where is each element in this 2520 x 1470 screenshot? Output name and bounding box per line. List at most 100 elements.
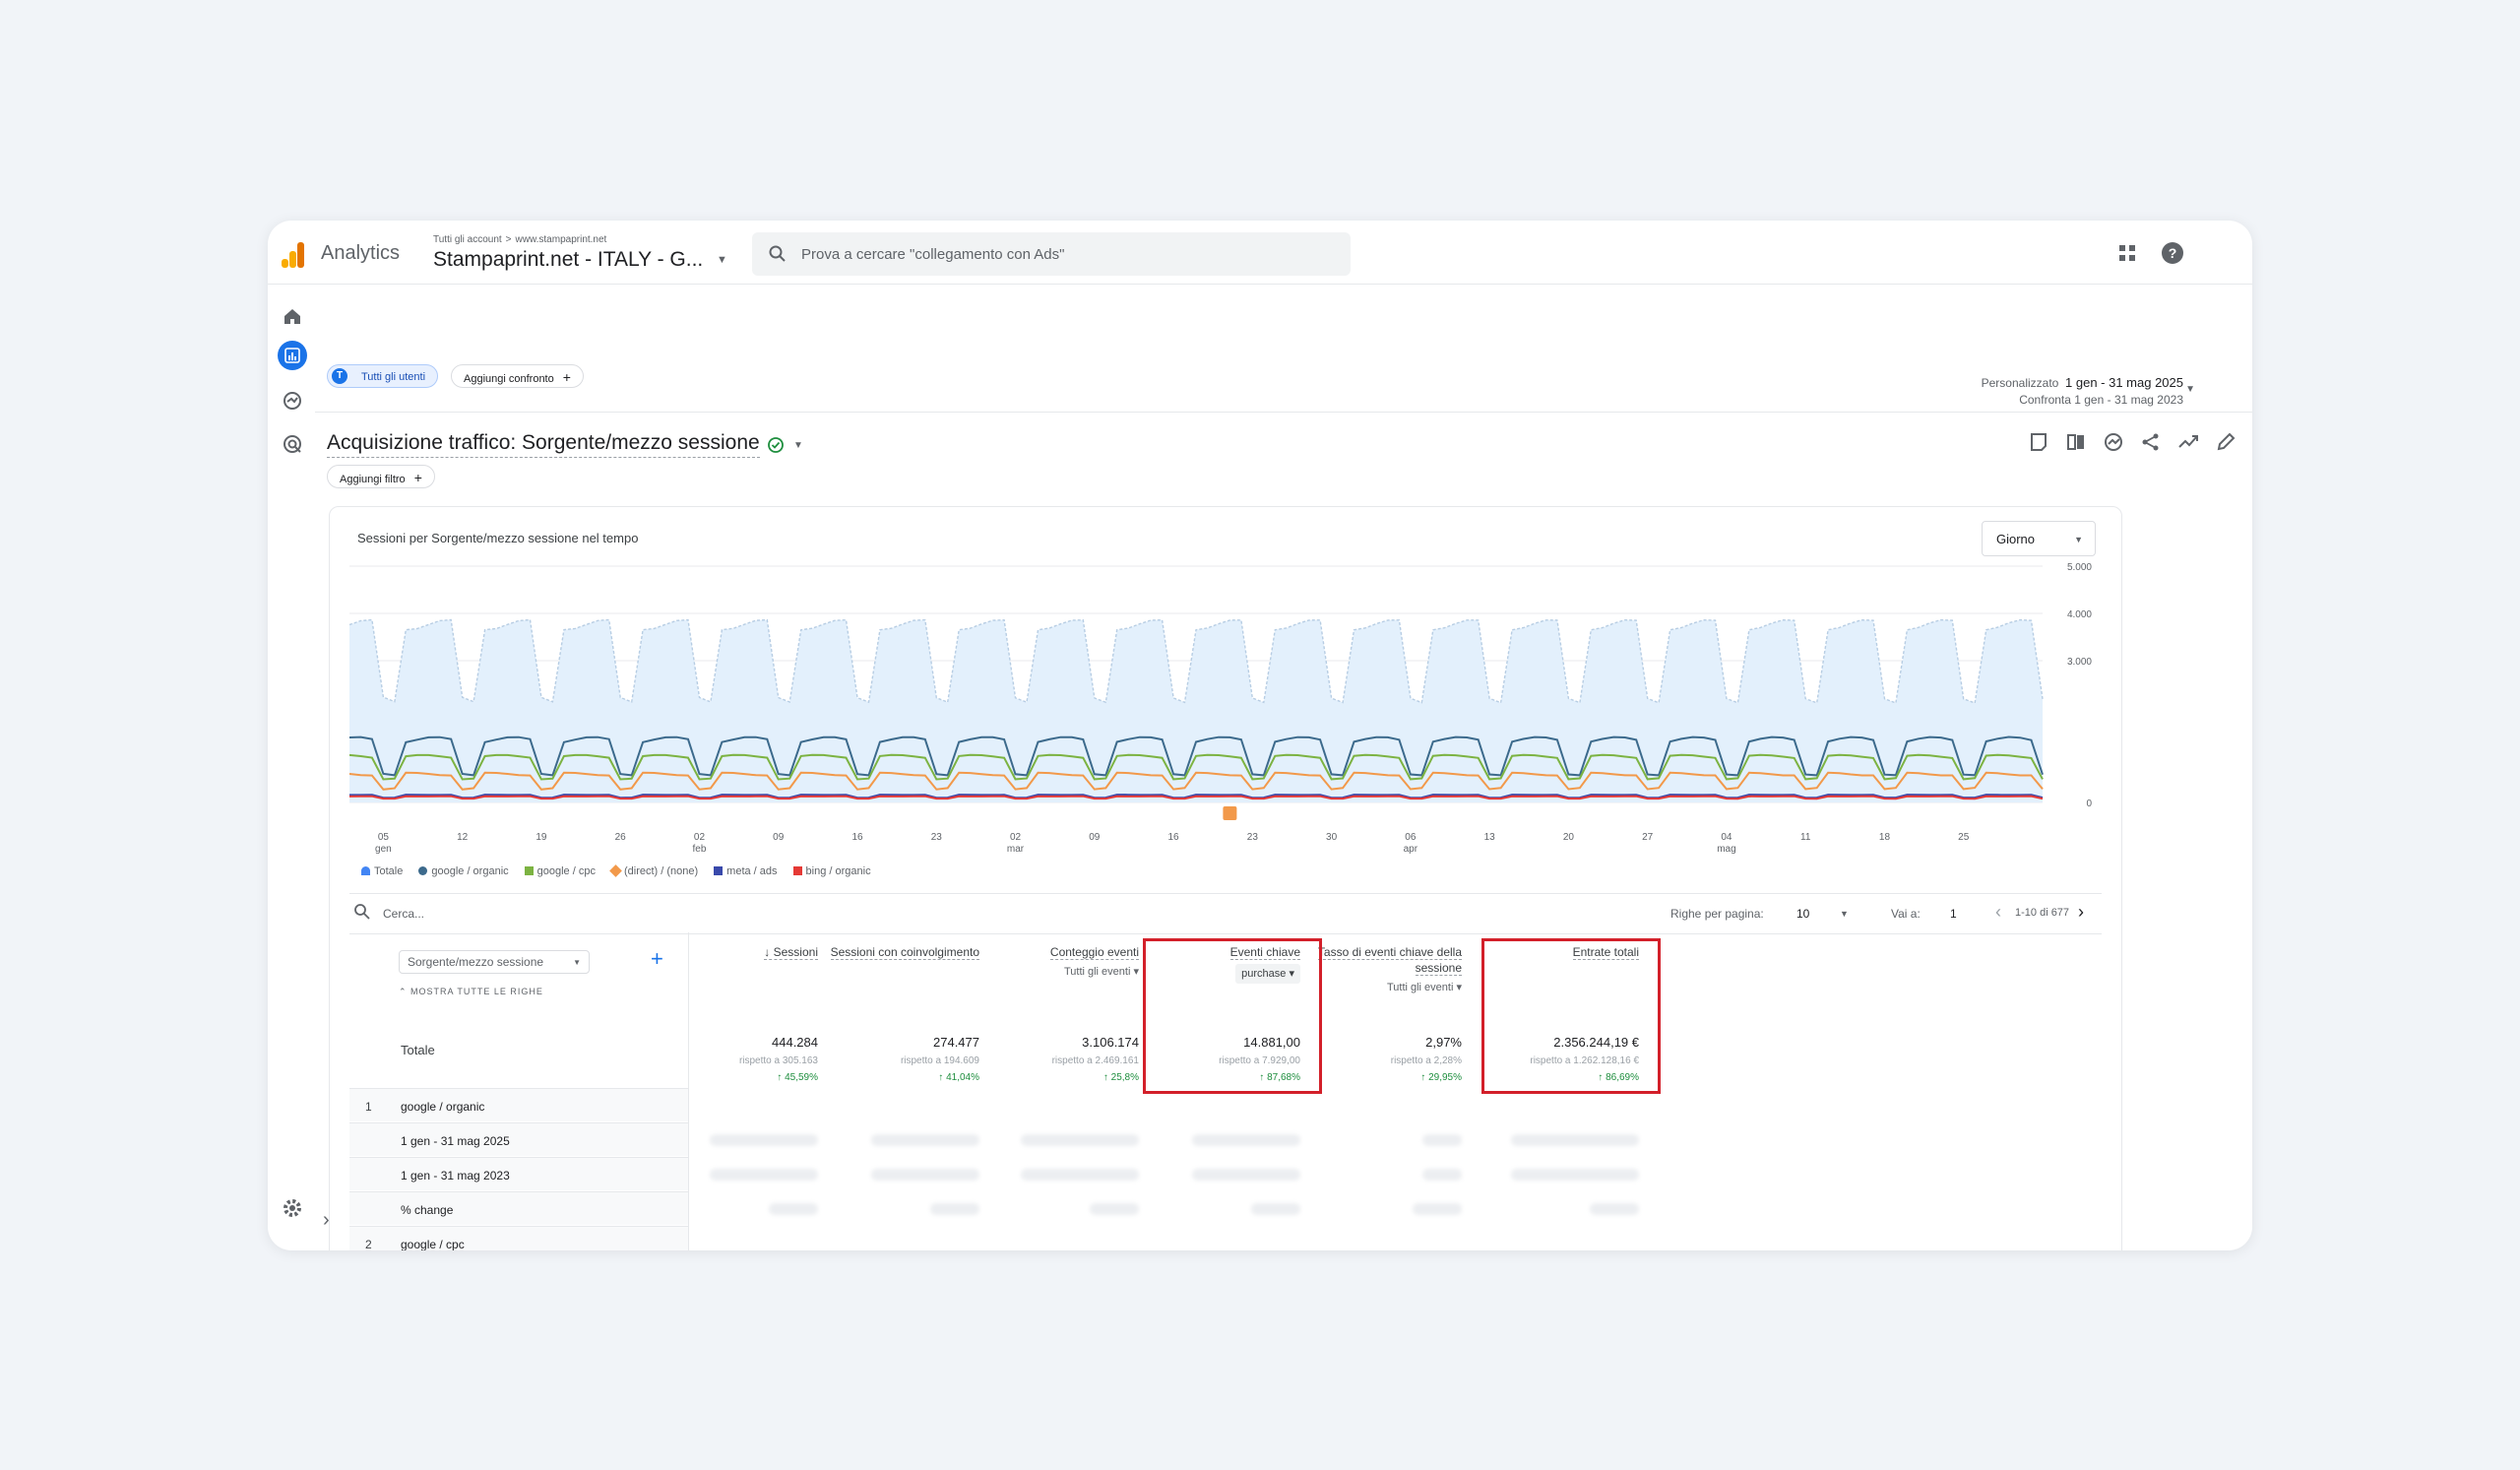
sessions-line-chart[interactable]: 5.0004.0003.000005gen12 19 26 02feb09 16 23 02… — [349, 556, 2102, 863]
x-tick-label: 23 — [931, 832, 943, 843]
page-title: Acquisizione traffico: Sorgente/mezzo se… — [327, 431, 760, 458]
metric-column-header[interactable]: ↓ Sessioni — [661, 944, 818, 960]
date-range-picker[interactable]: Personalizzato 1 gen - 31 mag 2025 Confr… — [1982, 374, 2183, 409]
rows-per-page-label: Righe per pagina: — [1670, 907, 1764, 921]
legend-label: meta / ads — [726, 865, 778, 877]
metric-compare-value: rispetto a 2.469.161 — [1051, 1055, 1139, 1066]
legend-item[interactable]: google / organic — [418, 865, 509, 877]
table-row[interactable]: 1 gen - 31 mag 2025 — [349, 1122, 688, 1156]
breadcrumb-property[interactable]: www.stampaprint.net — [516, 234, 607, 245]
expand-nav-chevron-icon[interactable]: › — [323, 1209, 330, 1232]
metric-compare-value: rispetto a 2,28% — [1390, 1055, 1462, 1066]
breadcrumb[interactable]: Tutti gli account > www.stampaprint.net — [433, 234, 606, 245]
legend-item[interactable]: meta / ads — [714, 865, 778, 877]
search-icon — [354, 904, 370, 920]
metric-title: Sessioni con coinvolgimento — [830, 945, 979, 960]
report-card: Sessioni per Sorgente/mezzo sessione nel… — [329, 506, 2122, 1250]
goto-label: Vai a: — [1891, 907, 1921, 921]
legend-item[interactable]: bing / organic — [792, 865, 871, 877]
event-filter-select[interactable]: Tutti gli eventi ▾ — [1304, 980, 1462, 995]
chevron-left-icon[interactable]: ‹ — [1995, 902, 2001, 923]
table-row[interactable]: 1 gen - 31 mag 2023 — [349, 1157, 688, 1190]
segment-chip[interactable]: T Tutti gli utenti — [327, 364, 439, 388]
blurred-value — [930, 1203, 979, 1215]
metric-total: 2,97% rispetto a 2,28% ↑ 29,95% — [1304, 1035, 1462, 1083]
metric-total-value: 274.477 — [933, 1035, 979, 1050]
reports-nav-active[interactable] — [278, 341, 307, 370]
metric-column-header[interactable]: Conteggio eventi Tutti gli eventi ▾ — [981, 944, 1139, 980]
breadcrumb-account[interactable]: Tutti gli account — [433, 234, 502, 245]
title-caret-down-icon[interactable]: ▼ — [793, 440, 803, 451]
x-tick-label: 02 — [694, 832, 706, 843]
chevron-right-icon[interactable]: › — [2078, 902, 2084, 923]
row-label: google / cpc — [401, 1238, 465, 1250]
date-caret-down-icon[interactable]: ▼ — [2185, 384, 2195, 395]
blurred-value — [1413, 1203, 1462, 1215]
dimension-label: Sorgente/mezzo sessione — [408, 955, 544, 969]
blurred-value — [1590, 1203, 1639, 1215]
metric-column-header[interactable]: Sessioni con coinvolgimento — [822, 944, 979, 960]
annotation-marker-icon[interactable] — [1223, 806, 1237, 820]
check-circle-icon[interactable] — [766, 435, 786, 455]
explore-icon[interactable] — [282, 390, 303, 412]
settings-gear-icon[interactable] — [282, 1197, 303, 1219]
trend-icon[interactable] — [2177, 431, 2199, 453]
table-row[interactable]: % change — [349, 1191, 688, 1225]
blurred-value — [1511, 1134, 1639, 1146]
insights-icon[interactable] — [2103, 431, 2124, 453]
analytics-logo[interactable] — [280, 242, 305, 268]
dimension-select[interactable]: Sorgente/mezzo sessione ▼ — [399, 950, 590, 974]
metric-total: 274.477 rispetto a 194.609 ↑ 41,04% — [822, 1035, 979, 1083]
legend-item[interactable]: Totale — [361, 865, 403, 877]
blurred-value — [1422, 1169, 1462, 1181]
event-filter-select[interactable]: Tutti gli eventi ▾ — [981, 964, 1139, 980]
blurred-value — [871, 1169, 979, 1181]
add-filter-button[interactable]: Aggiungi filtro + — [327, 465, 435, 488]
comment-icon[interactable] — [2028, 431, 2049, 453]
left-nav — [268, 284, 315, 1250]
x-tick-label: 16 — [1168, 832, 1180, 843]
table-row[interactable]: 1 google / organic — [349, 1088, 688, 1121]
apps-grid-icon[interactable] — [2118, 244, 2136, 262]
search-bar[interactable]: Prova a cercare "collegamento con Ads" — [752, 232, 1351, 276]
legend-item[interactable]: google / cpc — [524, 865, 596, 877]
home-icon[interactable] — [282, 305, 303, 327]
row-label: google / organic — [401, 1100, 485, 1114]
caret-down-icon[interactable]: ▼ — [717, 254, 727, 266]
date-range-value: 1 gen - 31 mag 2025 — [2065, 375, 2183, 390]
blurred-value — [1192, 1134, 1300, 1146]
blurred-value — [871, 1134, 979, 1146]
metric-total-value: 444.284 — [772, 1035, 818, 1050]
metric-title: Conteggio eventi — [1049, 945, 1139, 960]
edit-pencil-icon[interactable] — [2215, 431, 2236, 453]
show-all-rows-label: MOSTRA TUTTE LE RIGHE — [410, 987, 543, 996]
goto-page-input[interactable]: 1 — [1950, 907, 1957, 921]
legend-item[interactable]: (direct) / (none) — [609, 864, 699, 877]
metric-change-value: ↑ 41,04% — [938, 1072, 979, 1083]
x-tick-month: feb — [693, 844, 707, 855]
x-tick-label: 09 — [1089, 832, 1101, 843]
show-all-rows-button[interactable]: ⌃ MOSTRA TUTTE LE RIGHE — [399, 987, 543, 997]
compare-columns-icon[interactable] — [2065, 431, 2087, 453]
table-search-input[interactable]: Cerca... — [383, 907, 424, 921]
granularity-select[interactable]: Giorno ▼ — [1982, 521, 2096, 556]
help-icon[interactable]: ? — [2162, 242, 2183, 264]
advertising-icon[interactable] — [282, 433, 303, 455]
caret-down-icon[interactable]: ▼ — [1840, 909, 1849, 919]
metric-total: 3.106.174 rispetto a 2.469.161 ↑ 25,8% — [981, 1035, 1139, 1083]
add-comparison-button[interactable]: Aggiungi confronto + — [451, 364, 584, 388]
share-icon[interactable] — [2140, 431, 2162, 453]
metric-title: ↓ Sessioni — [764, 945, 818, 960]
pagination-text: 1-10 di 677 — [2015, 907, 2070, 919]
property-selector[interactable]: Stampaprint.net - ITALY - G... — [433, 248, 703, 272]
granularity-value: Giorno — [1996, 532, 2036, 546]
x-tick-label: 12 — [457, 832, 469, 843]
x-tick-month: apr — [1404, 844, 1418, 855]
row-label: 1 gen - 31 mag 2023 — [401, 1169, 510, 1182]
rows-per-page-select[interactable]: 10 — [1796, 907, 1809, 921]
metric-column-header[interactable]: Tasso di eventi chiave della sessione Tut… — [1304, 944, 1462, 995]
row-index: 1 — [365, 1100, 372, 1114]
legend-label: (direct) / (none) — [623, 865, 699, 877]
table-row[interactable]: 2 google / cpc — [349, 1226, 688, 1250]
blurred-value — [1511, 1169, 1639, 1181]
